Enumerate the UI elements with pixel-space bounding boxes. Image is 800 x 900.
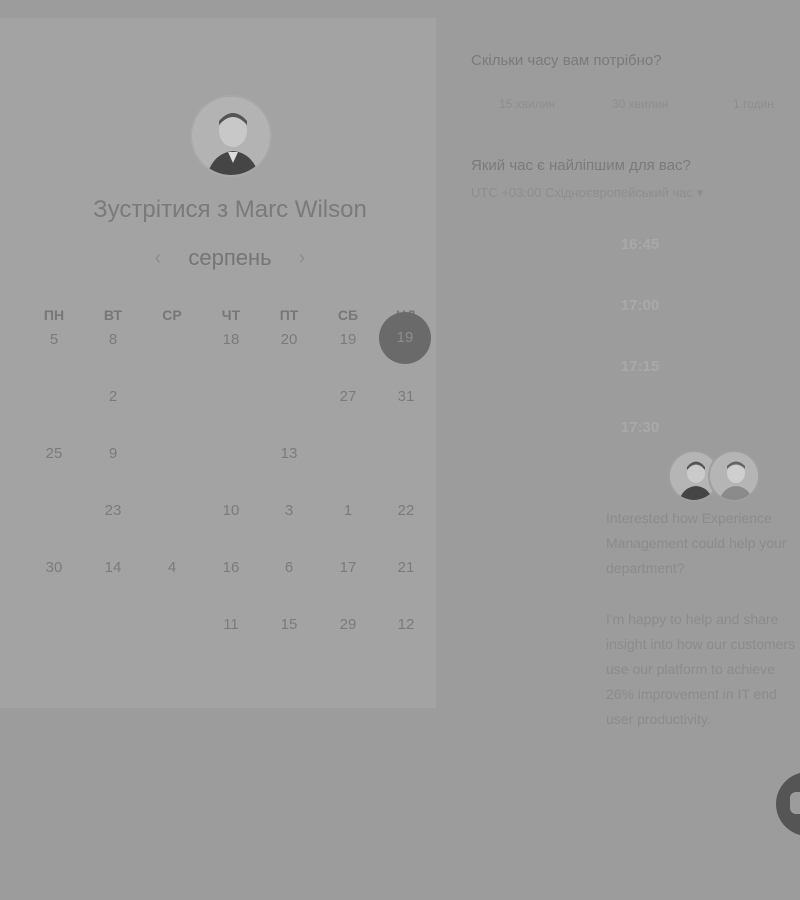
calendar-day[interactable]: 13 <box>264 445 314 462</box>
duration-question: Скільки часу вам потрібно? <box>471 52 662 69</box>
calendar-day[interactable]: 31 <box>381 388 431 405</box>
calendar-day[interactable]: 11 <box>206 616 256 633</box>
calendar-day[interactable]: 30 <box>29 559 79 576</box>
promo-avatars <box>668 450 760 502</box>
calendar-day[interactable]: 6 <box>264 559 314 576</box>
month-navigation: ‹ серпень › <box>150 243 310 273</box>
chevron-left-icon[interactable]: ‹ <box>150 247 166 270</box>
calendar-day[interactable]: 12 <box>381 616 431 633</box>
weekday-label: ПН <box>43 307 65 323</box>
calendar-day[interactable]: 16 <box>206 559 256 576</box>
chat-button[interactable] <box>776 772 800 836</box>
weekday-label: СБ <box>337 307 359 323</box>
chat-icon <box>790 792 800 814</box>
time-slot[interactable]: 16:45 <box>580 236 700 253</box>
time-slot[interactable]: 17:30 <box>580 419 700 436</box>
calendar-day[interactable]: 5 <box>29 331 79 348</box>
calendar-day[interactable]: 17 <box>323 559 373 576</box>
calendar-day[interactable]: 9 <box>88 445 138 462</box>
duration-option-60[interactable]: 1 годин <box>733 97 774 111</box>
calendar-day[interactable]: 3 <box>264 502 314 519</box>
weekday-label: ЧТ <box>221 307 241 323</box>
calendar-day[interactable]: 8 <box>88 331 138 348</box>
time-slot[interactable]: 17:15 <box>580 358 700 375</box>
weekday-label: ВТ <box>103 307 123 323</box>
calendar-day[interactable]: 14 <box>88 559 138 576</box>
calendar-day[interactable]: 23 <box>88 502 138 519</box>
time-slot[interactable]: 17:00 <box>580 297 700 314</box>
calendar-day[interactable]: 21 <box>381 559 431 576</box>
timezone-select[interactable]: UTC +03:00 Східноєвропейський час ▾ <box>471 185 703 201</box>
duration-option-15[interactable]: 15 хвилин <box>499 97 555 111</box>
calendar-day[interactable]: 15 <box>264 616 314 633</box>
calendar-day[interactable]: 2 <box>88 388 138 405</box>
chevron-right-icon[interactable]: › <box>294 247 310 270</box>
calendar-day[interactable]: 22 <box>381 502 431 519</box>
calendar-day[interactable]: 20 <box>264 331 314 348</box>
meeting-title: Зустрітися з Marc Wilson <box>93 196 367 223</box>
weekday-label: ПТ <box>279 307 299 323</box>
time-question: Який час є найліпшим для вас? <box>471 157 691 174</box>
calendar-day[interactable]: 25 <box>29 445 79 462</box>
weekday-label: СР <box>162 307 182 323</box>
calendar-day[interactable]: 19 <box>323 331 373 348</box>
host-avatar <box>190 95 272 177</box>
duration-option-30[interactable]: 30 хвилин <box>612 97 668 111</box>
avatar <box>708 450 760 502</box>
calendar-day[interactable]: 27 <box>323 388 373 405</box>
month-label: серпень <box>188 245 272 270</box>
calendar-day[interactable]: 10 <box>206 502 256 519</box>
calendar-day[interactable]: 1 <box>323 502 373 519</box>
calendar-day[interactable]: 29 <box>323 616 373 633</box>
calendar-day[interactable]: 18 <box>206 331 256 348</box>
promo-text-details: I'm happy to help and share insight into… <box>606 611 796 727</box>
calendar-day[interactable]: 4 <box>147 559 197 576</box>
selected-day[interactable]: 19 <box>379 329 431 346</box>
promo-text-intro: Interested how Experience Management cou… <box>606 510 787 576</box>
